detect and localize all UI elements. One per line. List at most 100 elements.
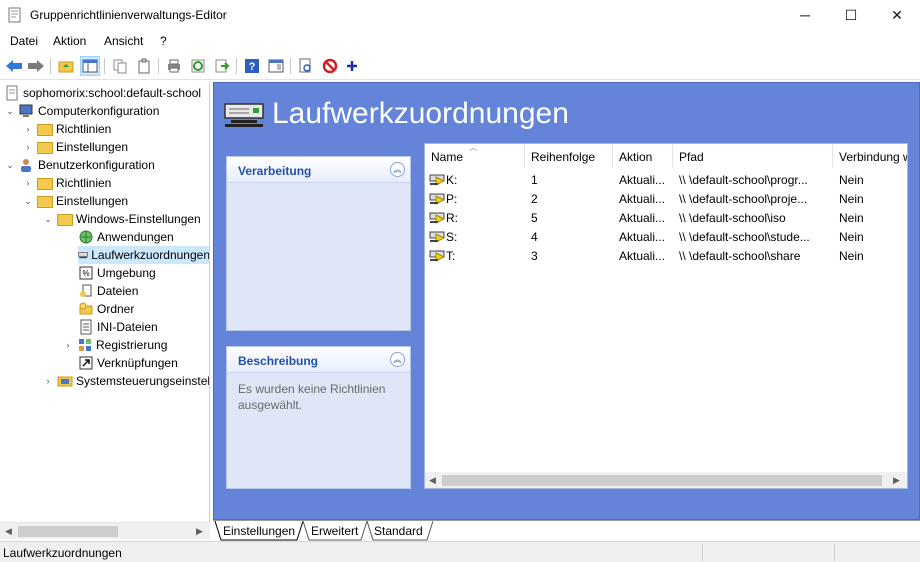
processing-panel-header[interactable]: Verarbeitung ︽ [227,157,410,183]
tree-item-user-settings[interactable]: ⌄ Einstellungen [22,192,128,210]
tree-item-user-policies[interactable]: › Richtlinien [22,174,111,192]
chevron-right-icon[interactable]: › [22,120,34,138]
cell-connection: Nein [839,230,864,244]
tab-standard[interactable]: Standard [374,521,423,541]
tree-label: Benutzerkonfiguration [38,158,155,172]
table-row[interactable]: P: 2 Aktuali... \\ \default-school\proje… [425,189,907,208]
tree-item-ini-files[interactable]: INI-Dateien [78,318,158,336]
properties-pane-icon [268,59,284,73]
tree-label: Umgebung [97,266,156,280]
chevron-down-icon[interactable]: ⌄ [22,192,34,210]
forward-button[interactable] [26,56,46,76]
cell-name: P: [446,192,458,206]
menu-datei[interactable]: Datei [10,34,38,48]
chevron-down-icon[interactable]: ⌄ [4,156,16,174]
cell-action: Aktuali... [619,211,666,225]
show-hide-tree-button[interactable] [80,56,100,76]
document-search-icon [299,58,311,73]
tree-item-folders[interactable]: Ordner [78,300,134,318]
tree-item-computer-policies[interactable]: › Richtlinien [22,120,111,138]
scroll-right-icon[interactable]: ▶ [893,475,900,486]
scroll-right-icon[interactable]: ▶ [196,526,203,537]
action-pane-button[interactable] [266,56,286,76]
status-bar: Laufwerkzuordnungen [0,541,920,562]
tree-item-drive-maps[interactable]: Laufwerkzuordnungen [78,246,209,264]
cell-name: T: [446,249,456,263]
tree-horizontal-scrollbar[interactable]: ◀ ▶ [0,522,210,539]
refresh-button[interactable] [188,56,208,76]
stop-button[interactable] [320,56,340,76]
table-row[interactable]: R: 5 Aktuali... \\ \default-school\iso N… [425,208,907,227]
table-row[interactable]: T: 3 Aktuali... \\ \default-school\share… [425,246,907,265]
tree-item-files[interactable]: Dateien [78,282,138,300]
chevron-right-icon[interactable]: › [22,138,34,156]
menu-help[interactable]: ? [160,34,167,48]
collapse-chevron-up-icon[interactable]: ︽ [390,162,405,177]
tree-label: Einstellungen [56,140,129,154]
copy-button[interactable] [110,56,130,76]
column-header-label: Aktion [619,150,653,164]
scrollbar-thumb[interactable] [442,475,882,486]
tab-erweitert[interactable]: Erweitert [311,521,358,541]
processing-panel: Verarbeitung ︽ [226,156,411,331]
tree-item-applications[interactable]: Anwendungen [78,228,174,246]
up-folder-button[interactable] [56,56,76,76]
tree-label: Einstellungen [56,194,129,208]
scroll-left-icon[interactable]: ◀ [429,475,436,486]
table-row[interactable]: S: 4 Aktuali... \\ \default-school\stude… [425,227,907,246]
scrollbar-thumb[interactable] [18,526,118,537]
scroll-left-icon[interactable]: ◀ [5,526,12,537]
tree-label: Verknüpfungen [97,356,178,370]
drive-map-icon [429,231,445,243]
drive-map-icon [429,212,445,224]
collapse-chevron-up-icon[interactable]: ︽ [390,352,405,367]
tree-label: Systemsteuerungseinstellungen [76,374,210,388]
table-row[interactable]: K: 1 Aktuali... \\ \default-school\progr… [425,170,907,189]
refresh-icon [191,59,205,73]
help-button[interactable]: ? [242,56,262,76]
column-header-path[interactable]: Pfad [673,144,833,168]
toolbar-separator [50,58,51,74]
status-text: Laufwerkzuordnungen [3,546,122,560]
tree-item-environment[interactable]: % Umgebung [78,264,156,282]
drive-maps-list[interactable]: ︿ Name Reihenfolge Aktion Pfad Verbindun… [424,143,908,489]
chevron-right-icon[interactable]: › [62,336,74,354]
drive-map-icon [429,174,445,186]
tree-item-computer[interactable]: ⌄ Computerkonfiguration [4,102,159,120]
chevron-down-icon[interactable]: ⌄ [42,210,54,228]
minimize-button[interactable]: ─ [782,0,828,30]
tree-item-control-panel[interactable]: › Systemsteuerungseinstellungen [42,372,210,390]
menu-aktion[interactable]: Aktion [53,34,86,48]
drive-map-icon [429,193,445,205]
back-button[interactable] [4,56,24,76]
list-horizontal-scrollbar[interactable]: ◀ ▶ [425,472,907,488]
cell-order: 5 [531,211,538,225]
description-panel-header[interactable]: Beschreibung ︽ [227,347,410,373]
minimize-icon: ─ [800,7,810,23]
help-icon: ? [245,59,259,73]
tree-item-computer-settings[interactable]: › Einstellungen [22,138,128,156]
globe-icon [79,230,93,244]
tree-item-registry[interactable]: › Registrierung [62,336,168,354]
column-header-order[interactable]: Reihenfolge [525,144,613,168]
maximize-button[interactable]: ☐ [828,0,874,30]
new-item-button[interactable] [296,56,316,76]
chevron-down-icon[interactable]: ⌄ [4,102,16,120]
copy-icon [113,59,127,74]
column-header-name[interactable]: ︿ Name [425,144,525,168]
tree-item-windows-settings[interactable]: ⌄ Windows-Einstellungen [42,210,201,228]
print-button[interactable] [164,56,184,76]
chevron-right-icon[interactable]: › [42,372,54,390]
tree-root[interactable]: sophomorix:school:default-school [4,84,201,102]
tab-einstellungen[interactable]: Einstellungen [223,521,295,541]
export-button[interactable] [212,56,232,76]
tree-item-user[interactable]: ⌄ Benutzerkonfiguration [4,156,155,174]
add-button[interactable] [342,56,362,76]
menu-ansicht[interactable]: Ansicht [104,34,143,48]
tree-item-shortcuts[interactable]: Verknüpfungen [78,354,178,372]
close-button[interactable]: ✕ [874,0,920,30]
column-header-action[interactable]: Aktion [613,144,673,168]
paste-button[interactable] [134,56,154,76]
chevron-right-icon[interactable]: › [22,174,34,192]
column-header-connection[interactable]: Verbindung w [833,144,907,168]
